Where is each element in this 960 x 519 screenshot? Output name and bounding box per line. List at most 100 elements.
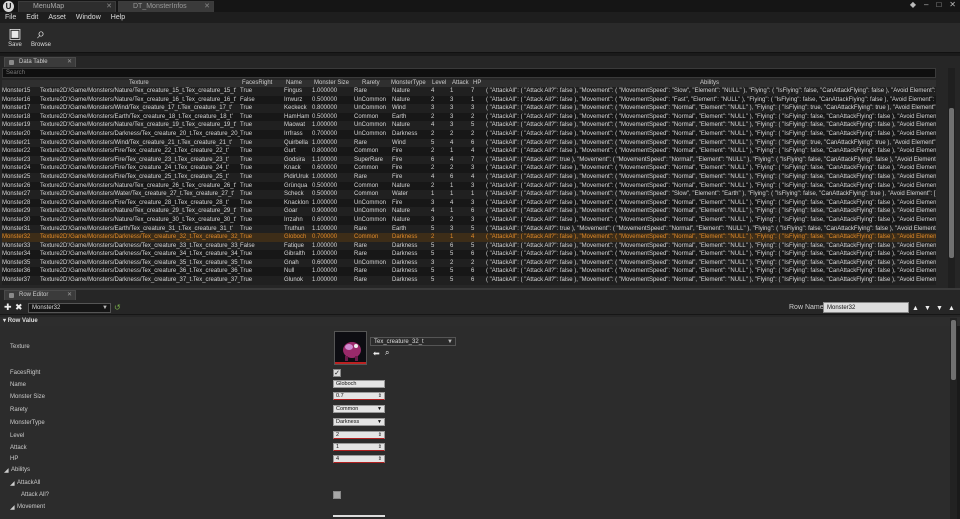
col-name[interactable]: Name (286, 80, 302, 87)
row-value-header[interactable]: ▾ Row Value (0, 317, 960, 326)
close-icon[interactable]: ✕ (204, 2, 210, 12)
use-selected-arrow-icon[interactable]: ⬅ (373, 349, 380, 358)
table-row[interactable]: Monster22 Texture2D'/Game/Monsters/Fire/T… (2, 147, 936, 156)
cell-level: 3 (431, 216, 435, 223)
details-scrollbar-thumb[interactable] (951, 320, 956, 380)
abilitys-expand-icon[interactable]: ◢ (4, 467, 9, 474)
close-window-icon[interactable]: ✕ (949, 0, 956, 9)
table-scrollbar-thumb[interactable] (949, 108, 954, 258)
move-up-icon[interactable]: ▲ (912, 304, 919, 313)
menu-file[interactable]: File (5, 12, 16, 23)
col-abilitys[interactable]: Abilitys (700, 80, 719, 87)
cell-id: Monster15 (2, 88, 31, 94)
cell-hp: 4 (471, 148, 475, 155)
close-icon[interactable]: ✕ (106, 2, 112, 12)
menu-asset[interactable]: Asset (48, 12, 66, 23)
cell-size: 1.000000 (312, 122, 338, 129)
table-row[interactable]: Monster37 Texture2D'/Game/Monsters/Darkne… (2, 276, 936, 285)
cell-faces: True (240, 88, 253, 94)
cell-attack: 5 (450, 251, 454, 258)
cell-hp: 6 (471, 251, 475, 258)
browse-asset-search-icon[interactable]: ⌕ (385, 348, 389, 357)
cell-faces: True (240, 216, 253, 223)
texture-thumbnail[interactable] (334, 331, 367, 365)
table-row[interactable]: Monster31 Texture2D'/Game/Monsters/Earth/… (2, 224, 936, 234)
col-level[interactable]: Level (432, 80, 446, 87)
col-attack[interactable]: Attack (452, 80, 469, 87)
save-button[interactable]: ▣ Save (3, 24, 27, 52)
table-row[interactable]: Monster30 Texture2D'/Game/Monsters/Nature… (2, 215, 936, 225)
menu-help[interactable]: Help (111, 12, 125, 23)
table-row[interactable]: Monster20 Texture2D'/Game/Monsters/Darkne… (2, 129, 936, 139)
cell-id: Monster36 (2, 268, 31, 275)
menu-edit[interactable]: Edit (26, 12, 38, 23)
tab-dt-monsterinfos[interactable]: DT_MonsterInfos ✕ (118, 1, 214, 12)
move-down-icon[interactable]: ▼ (924, 304, 931, 313)
table-row[interactable]: Monster29 Texture2D'/Game/Monsters/Nature… (2, 207, 936, 216)
cell-hp: 1 (471, 96, 475, 103)
table-row[interactable]: Monster23 Texture2D'/Game/Monsters/Fire/T… (2, 155, 936, 165)
cell-level: 3 (431, 199, 435, 206)
movement-expand-icon[interactable]: ◢ (10, 504, 15, 511)
table-row[interactable]: Monster33 Texture2D'/Game/Monsters/Darkne… (2, 241, 936, 251)
level-field[interactable]: 2 ⇕ (333, 431, 385, 439)
details-scrollbar[interactable] (950, 318, 957, 519)
cell-size: 0.800000 (312, 148, 338, 155)
texture-asset-combo[interactable]: Tex_creature_32_t ▼ (370, 337, 456, 346)
minimize-icon[interactable]: – (924, 0, 928, 9)
reset-icon[interactable]: ↺ (114, 303, 121, 312)
table-row[interactable]: Monster35 Texture2D'/Game/Monsters/Darkne… (2, 258, 936, 268)
attackall-expand-icon[interactable]: ◢ (10, 480, 15, 487)
hp-field[interactable]: 4 ⇕ (333, 455, 385, 463)
row-select-combo[interactable]: Monster32 ▼ (28, 303, 111, 313)
notification-icon[interactable]: ◆ (910, 0, 916, 9)
maximize-icon[interactable]: □ (936, 0, 941, 9)
tab-data-table[interactable]: Data Table ✕ (4, 57, 76, 67)
remove-row-icon[interactable]: ✖ (15, 303, 23, 312)
menu-window[interactable]: Window (76, 12, 101, 23)
browse-button[interactable]: ⌕ Browse (29, 24, 53, 52)
monster-size-field[interactable]: 0.7 ⇕ (333, 392, 385, 400)
tab-menumap[interactable]: MenuMap ✕ (18, 1, 116, 12)
name-field[interactable]: Globoch (333, 380, 385, 388)
facesright-checkbox[interactable]: ✓ (333, 369, 341, 377)
table-row[interactable]: Monster32 Texture2D'/Game/Monsters/Darkne… (2, 233, 936, 242)
cell-rarety: UnCommon (354, 122, 387, 129)
cell-faces: True (240, 277, 253, 284)
tab-row-editor[interactable]: Row Editor ✕ (4, 290, 76, 300)
table-scrollbar[interactable] (948, 68, 955, 288)
attackall-checkbox[interactable] (333, 491, 341, 499)
table-row[interactable]: Monster18 Texture2D'/Game/Monsters/Earth/… (2, 112, 936, 122)
browse-label: Browse (30, 42, 51, 48)
attack-field[interactable]: 1 ⇕ (333, 443, 385, 451)
rarety-dropdown[interactable]: Common ▼ (333, 405, 385, 413)
table-row[interactable]: Monster36 Texture2D'/Game/Monsters/Darkne… (2, 267, 936, 277)
move-top-icon[interactable]: ▲ (948, 304, 955, 313)
col-hp[interactable]: HP (473, 80, 481, 87)
close-icon[interactable]: ✕ (67, 58, 72, 67)
col-facesright[interactable]: FacesRight (242, 80, 272, 87)
col-rarety[interactable]: Rarety (362, 80, 380, 87)
col-texture[interactable]: Texture (129, 80, 149, 87)
table-row[interactable]: Monster16 Texture2D'/Game/Monsters/Nature… (2, 95, 936, 105)
table-row[interactable]: Monster26 Texture2D'/Game/Monsters/Nature… (2, 181, 936, 191)
table-row[interactable]: Monster21 Texture2D'/Game/Monsters/Wind/T… (2, 138, 936, 148)
table-row[interactable]: Monster27 Texture2D'/Game/Monsters/Water/… (2, 190, 936, 199)
table-row[interactable]: Monster17 Texture2D'/Game/Monsters/Wind/T… (2, 104, 936, 113)
monstertype-dropdown[interactable]: Darkness ▼ (333, 418, 385, 426)
table-row[interactable]: Monster34 Texture2D'/Game/Monsters/Darkne… (2, 250, 936, 259)
col-monstertype[interactable]: MonsterType (391, 80, 426, 87)
table-row[interactable]: Monster19 Texture2D'/Game/Monsters/Nature… (2, 121, 936, 130)
table-row[interactable]: Monster25 Texture2D'/Game/Monsters/Fire/T… (2, 172, 936, 182)
cell-faces: False (240, 96, 255, 103)
close-icon[interactable]: ✕ (67, 291, 72, 300)
search-input[interactable]: Search (2, 68, 936, 78)
table-row[interactable]: Monster28 Texture2D'/Game/Monsters/Fire/T… (2, 198, 936, 208)
table-row[interactable]: Monster24 Texture2D'/Game/Monsters/Fire/T… (2, 164, 936, 173)
move-bottom-icon[interactable]: ▼ (936, 304, 943, 313)
col-monster-size[interactable]: Monster Size (314, 80, 349, 87)
add-row-icon[interactable]: ✚ (4, 303, 12, 312)
row-name-input[interactable]: Monster32 (823, 302, 909, 313)
table-row[interactable]: Monster15 Texture2D'/Game/Monsters/Nature… (2, 87, 936, 96)
cell-level: 5 (431, 277, 435, 284)
